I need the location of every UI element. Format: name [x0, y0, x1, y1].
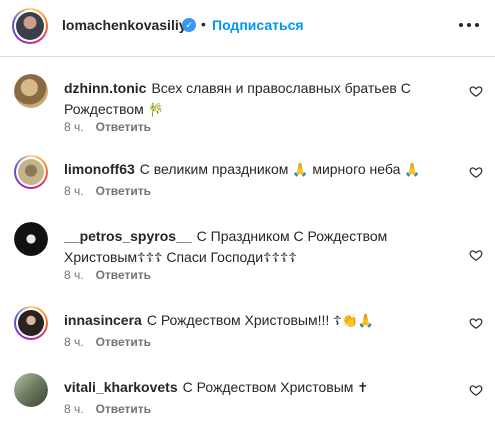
comment-item: __petros_spyros__ С Праздником С Рождеств… [0, 222, 495, 296]
comment-time: 8 ч. [64, 184, 84, 198]
comment-text: vitali_kharkovets С Рождеством Христовым … [64, 377, 442, 398]
comment-username[interactable]: limonoff63 [64, 161, 135, 177]
comment-emoji: ✝ [357, 380, 369, 395]
heart-outline-icon[interactable] [469, 84, 483, 98]
reply-button[interactable]: Ответить [96, 402, 151, 416]
comment-time: 8 ч. [64, 402, 84, 416]
comment-time: 8 ч. [64, 268, 84, 282]
comment-emoji-2: ☦☦☦☦ [263, 250, 297, 265]
comment-body: С великим праздником [139, 161, 289, 177]
heart-outline-icon[interactable] [469, 248, 483, 262]
comment-text: __petros_spyros__ С Праздником С Рождеств… [64, 226, 442, 268]
reply-button[interactable]: Ответить [96, 268, 151, 282]
avatar[interactable] [14, 155, 48, 189]
heart-outline-icon[interactable] [469, 316, 483, 330]
comment-text: limonoff63 С великим праздником 🙏 мирного… [64, 159, 442, 180]
comment-emoji-2: 🙏 [404, 162, 421, 177]
avatar[interactable] [14, 306, 48, 340]
comment-item: vitali_kharkovets С Рождеством Христовым … [0, 373, 495, 447]
heart-outline-icon[interactable] [469, 165, 483, 179]
comment-emoji: ☦☦☦ [137, 250, 163, 265]
more-horizontal-icon[interactable] [456, 12, 482, 38]
comment-item: innasincera С Рождеством Христовым!!! ☦👏🙏… [0, 306, 495, 380]
author-avatar[interactable] [12, 8, 48, 44]
verified-check-icon: ✓ [182, 18, 196, 32]
comment-emoji: 🎋 [147, 102, 164, 117]
avatar[interactable] [14, 222, 48, 256]
reply-button[interactable]: Ответить [96, 184, 151, 198]
avatar[interactable] [14, 74, 48, 108]
post-header: lomachenkovasiliy ✓ • Подписаться [0, 0, 495, 57]
comment-username[interactable]: vitali_kharkovets [64, 379, 178, 395]
comment-meta: 8 ч. Ответить [64, 120, 151, 134]
comment-meta: 8 ч. Ответить [64, 402, 151, 416]
comment-emoji: 🙏 [292, 162, 309, 177]
comment-item: dzhinn.tonic Всех славян и православных б… [0, 74, 495, 148]
comment-time: 8 ч. [64, 335, 84, 349]
comment-username[interactable]: innasincera [64, 312, 142, 328]
reply-button[interactable]: Ответить [96, 120, 151, 134]
comment-username[interactable]: __petros_spyros__ [64, 228, 192, 244]
avatar[interactable] [14, 373, 48, 407]
header-separator: • [201, 16, 206, 32]
reply-button[interactable]: Ответить [96, 335, 151, 349]
comment-username[interactable]: dzhinn.tonic [64, 80, 146, 96]
comment-body-2: мирного неба [312, 161, 401, 177]
comment-meta: 8 ч. Ответить [64, 184, 151, 198]
heart-outline-icon[interactable] [469, 383, 483, 397]
comment-body: С Рождеством Христовым [182, 379, 354, 395]
comment-body-2: Спаси Господи [166, 249, 264, 265]
follow-button[interactable]: Подписаться [212, 17, 304, 33]
comment-emoji: ☦👏🙏 [333, 313, 374, 328]
comment-item: limonoff63 С великим праздником 🙏 мирного… [0, 155, 495, 229]
comment-time: 8 ч. [64, 120, 84, 134]
comment-meta: 8 ч. Ответить [64, 335, 151, 349]
comment-body: С Рождеством Христовым!!! [146, 312, 330, 328]
comment-text: dzhinn.tonic Всех славян и православных б… [64, 78, 442, 120]
author-username[interactable]: lomachenkovasiliy [62, 17, 187, 33]
header-divider [0, 56, 495, 57]
comment-meta: 8 ч. Ответить [64, 268, 151, 282]
comment-text: innasincera С Рождеством Христовым!!! ☦👏🙏 [64, 310, 442, 331]
